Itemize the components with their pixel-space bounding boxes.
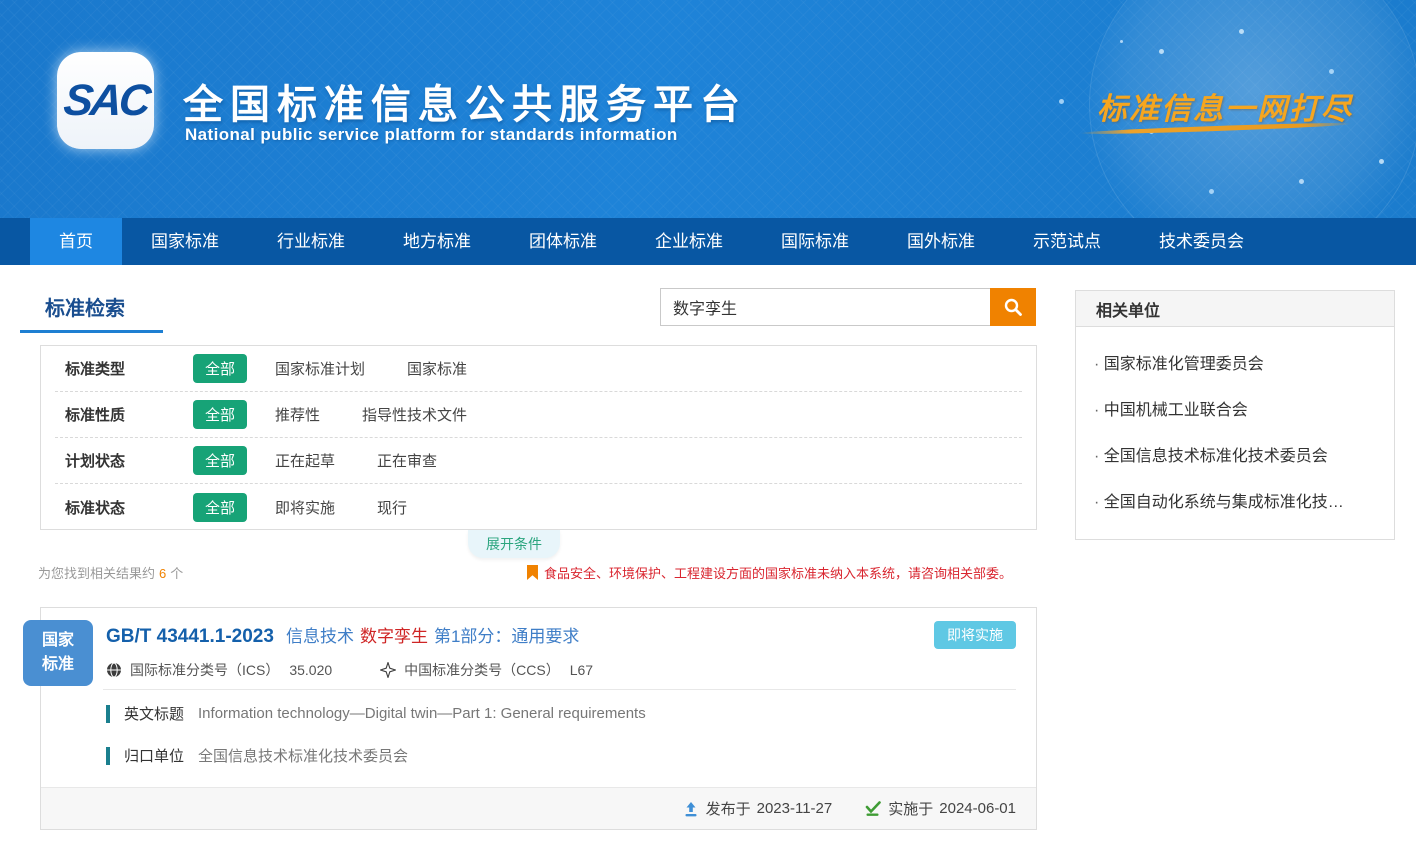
english-title-row: 英文标题 Information technology—Digital twin… [106,703,646,724]
filter-label: 标准类型 [65,358,145,379]
main-nav: 首页 国家标准 行业标准 地方标准 团体标准 企业标准 国际标准 国外标准 示范… [0,218,1416,265]
classification-row: 国际标准分类号（ICS） 35.020 中国标准分类号（CCS） L67 [106,660,641,680]
filter-all-button[interactable]: 全部 [193,400,247,429]
teal-marker [106,705,110,723]
standard-title-part2: 第1部分：通用要求 [434,627,579,646]
badge-line2: 标准 [23,653,93,677]
magnifier-icon [1003,297,1023,317]
ccs-label: 中国标准分类号（CCS） [404,660,560,680]
related-unit-link[interactable]: 中国机械工业联合会 [1090,385,1380,431]
related-units-panel: 相关单位 国家标准化管理委员会 中国机械工业联合会 全国信息技术标准化技术委员会… [1075,290,1395,540]
nav-item-home[interactable]: 首页 [30,218,122,265]
notice-text: 食品安全、环境保护、工程建设方面的国家标准未纳入本系统，请咨询相关部委。 [544,563,1012,582]
filter-row-standard-nature: 标准性质 全部 推荐性 指导性技术文件 [55,392,1022,438]
filter-option[interactable]: 国家标准计划 [275,358,365,379]
system-notice: 食品安全、环境保护、工程建设方面的国家标准未纳入本系统，请咨询相关部委。 [527,563,1012,582]
related-unit-link[interactable]: 全国信息技术标准化技术委员会 [1090,431,1380,477]
filter-label: 标准性质 [65,404,145,425]
card-separator [103,689,1016,690]
publish-upload-icon [683,801,699,817]
header-banner: SAC 全国标准信息公共服务平台 National public service… [0,0,1416,218]
nav-item-group-standards[interactable]: 团体标准 [500,218,626,265]
related-unit-link[interactable]: 国家标准化管理委员会 [1090,339,1380,385]
implement-check-icon [864,801,881,817]
publish-date: 2023-11-27 [757,800,833,817]
filter-label: 计划状态 [65,450,145,471]
standard-code: GB/T 43441.1-2023 [106,626,274,647]
ics-label: 国际标准分类号（ICS） [130,660,279,680]
globe-icon [106,662,122,678]
standard-result-card: 国家 标准 GB/T 43441.1-2023信息技术数字孪生第1部分：通用要求… [40,607,1037,830]
tab-underline [20,330,163,333]
teal-marker [106,747,110,765]
filter-panel: 标准类型 全部 国家标准计划 国家标准 标准性质 全部 推荐性 指导性技术文件 … [40,345,1037,530]
filter-option[interactable]: 推荐性 [275,404,320,425]
ccs-value: L67 [570,662,593,678]
standard-search-tab[interactable]: 标准检索 [45,292,125,321]
nav-item-industry-standards[interactable]: 行业标准 [248,218,374,265]
decorative-dots [1120,40,1123,43]
status-badge: 即将实施 [934,621,1016,649]
site-title: 全国标准信息公共服务平台 [183,72,747,130]
filter-option[interactable]: 正在起草 [275,450,335,471]
english-title-label: 英文标题 [124,703,184,724]
nav-item-technical-committee[interactable]: 技术委员会 [1130,218,1273,265]
english-title-value: Information technology—Digital twin—Part… [198,705,646,722]
result-count-suffix: 个 [170,566,183,581]
search-button[interactable] [990,288,1036,326]
implement-date-item: 实施于 2024-06-01 [864,798,1016,819]
result-count-number: 6 [159,566,166,581]
committee-row: 归口单位 全国信息技术标准化技术委员会 [106,745,408,766]
expand-conditions-button[interactable]: 展开条件 [468,530,560,558]
related-unit-link[interactable]: 全国自动化系统与集成标准化技… [1090,477,1380,523]
nav-item-pilot[interactable]: 示范试点 [1004,218,1130,265]
sac-logo[interactable]: SAC [57,52,154,149]
filter-row-plan-status: 计划状态 全部 正在起草 正在审查 [55,438,1022,484]
nav-item-national-standards[interactable]: 国家标准 [122,218,248,265]
filter-option[interactable]: 国家标准 [407,358,467,379]
standard-type-badge: 国家 标准 [23,620,93,686]
ccs-item: 中国标准分类号（CCS） L67 [380,660,593,680]
filter-all-button[interactable]: 全部 [193,354,247,383]
ics-item: 国际标准分类号（ICS） 35.020 [106,660,332,680]
filter-option[interactable]: 即将实施 [275,497,335,518]
ics-value: 35.020 [289,662,332,678]
badge-line1: 国家 [23,629,93,653]
sac-logo-text: SAC [61,76,150,126]
standard-title-highlight: 数字孪生 [360,627,428,646]
standard-title-link[interactable]: GB/T 43441.1-2023 信息技术数字孪生第1部分：通用要求 [106,622,579,648]
filter-row-standard-status: 标准状态 全部 即将实施 现行 [55,484,1022,530]
implement-date: 2024-06-01 [939,800,1016,817]
nav-item-international-standards[interactable]: 国际标准 [752,218,878,265]
committee-label: 归口单位 [124,745,184,766]
result-count-prefix: 为您找到相关结果约 [38,566,155,581]
implement-label: 实施于 [888,798,933,819]
standard-title-part1: 信息技术 [286,627,354,646]
related-units-list: 国家标准化管理委员会 中国机械工业联合会 全国信息技术标准化技术委员会 全国自动… [1075,327,1395,540]
slogan-text: 标准信息一网打尽 [1085,84,1365,128]
publish-date-item: 发布于 2023-11-27 [683,798,833,819]
filter-option[interactable]: 现行 [377,497,407,518]
search-input[interactable] [660,288,990,326]
publish-label: 发布于 [706,798,751,819]
result-count-text: 为您找到相关结果约 6个 [38,563,183,582]
filter-all-button[interactable]: 全部 [193,446,247,475]
filter-all-button[interactable]: 全部 [193,493,247,522]
committee-value: 全国信息技术标准化技术委员会 [198,745,408,766]
bookmark-icon [527,565,538,580]
nav-item-foreign-standards[interactable]: 国外标准 [878,218,1004,265]
card-footer: 发布于 2023-11-27 实施于 2024-06-01 [41,787,1036,829]
nav-item-enterprise-standards[interactable]: 企业标准 [626,218,752,265]
filter-option[interactable]: 正在审查 [377,450,437,471]
site-subtitle: National public service platform for sta… [185,125,678,145]
page: SAC 全国标准信息公共服务平台 National public service… [0,0,1416,845]
nav-item-local-standards[interactable]: 地方标准 [374,218,500,265]
filter-option[interactable]: 指导性技术文件 [362,404,467,425]
filter-label: 标准状态 [65,497,145,518]
compass-icon [380,662,396,678]
filter-row-standard-type: 标准类型 全部 国家标准计划 国家标准 [55,346,1022,392]
related-units-title: 相关单位 [1075,290,1395,327]
